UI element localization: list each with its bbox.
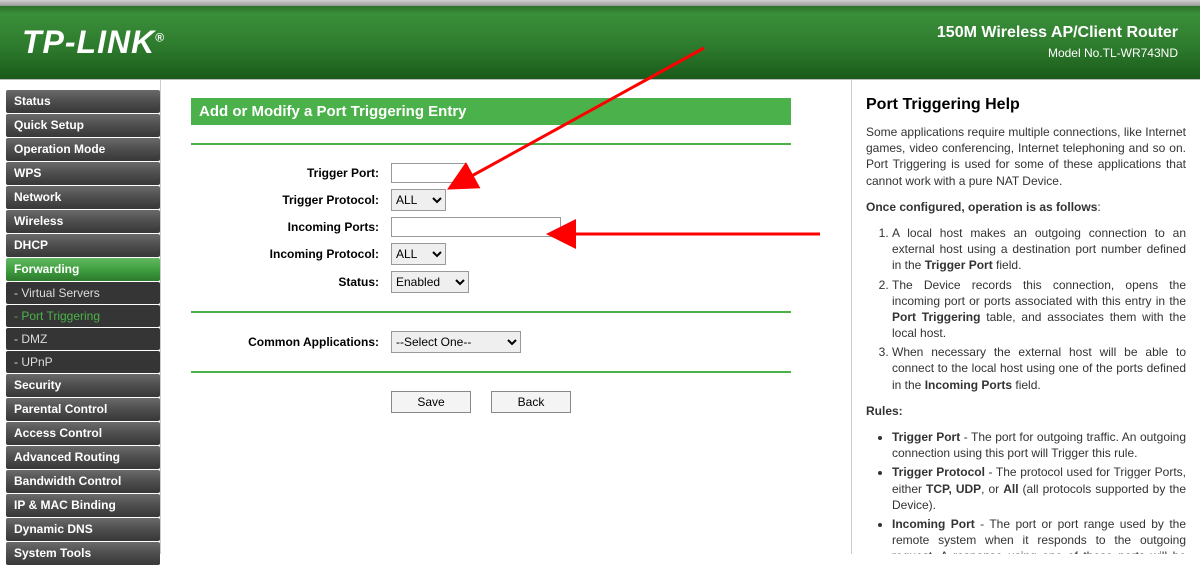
- incoming-ports-input[interactable]: [391, 217, 561, 237]
- sidebar-item-quick-setup[interactable]: Quick Setup: [6, 114, 160, 137]
- label-common-apps: Common Applications:: [191, 335, 391, 349]
- sidebar-item-wps[interactable]: WPS: [6, 162, 160, 185]
- trigger-port-input[interactable]: [391, 163, 466, 183]
- sidebar-item-forwarding[interactable]: Forwarding: [6, 258, 160, 281]
- sidebar-item-dmz[interactable]: - DMZ: [6, 328, 160, 350]
- separator: [191, 371, 791, 373]
- help-step: A local host makes an outgoing connectio…: [892, 225, 1186, 274]
- separator: [191, 143, 791, 145]
- trigger-protocol-select[interactable]: ALL: [391, 189, 446, 211]
- sidebar-item-virtual-servers[interactable]: - Virtual Servers: [6, 282, 160, 304]
- help-rule: Incoming Port - The port or port range u…: [892, 516, 1186, 554]
- help-rule: Trigger Port - The port for outgoing tra…: [892, 429, 1186, 461]
- status-select[interactable]: Enabled: [391, 271, 469, 293]
- help-rules-title: Rules:: [866, 403, 1186, 419]
- sidebar: StatusQuick SetupOperation ModeWPSNetwor…: [0, 80, 160, 554]
- header-title: 150M Wireless AP/Client Router: [937, 24, 1178, 42]
- label-incoming-ports: Incoming Ports:: [191, 220, 391, 234]
- sidebar-item-security[interactable]: Security: [6, 374, 160, 397]
- help-title: Port Triggering Help: [866, 96, 1186, 114]
- help-step: The Device records this connection, open…: [892, 277, 1186, 342]
- sidebar-item-upnp[interactable]: - UPnP: [6, 351, 160, 373]
- sidebar-item-ip-mac-binding[interactable]: IP & MAC Binding: [6, 494, 160, 517]
- sidebar-item-port-triggering[interactable]: - Port Triggering: [6, 305, 160, 327]
- label-status: Status:: [191, 275, 391, 289]
- sidebar-item-operation-mode[interactable]: Operation Mode: [6, 138, 160, 161]
- sidebar-item-advanced-routing[interactable]: Advanced Routing: [6, 446, 160, 469]
- help-rule: Trigger Protocol - The protocol used for…: [892, 464, 1186, 513]
- page-title: Add or Modify a Port Triggering Entry: [191, 98, 791, 125]
- sidebar-item-dynamic-dns[interactable]: Dynamic DNS: [6, 518, 160, 541]
- label-trigger-port: Trigger Port:: [191, 166, 391, 180]
- incoming-protocol-select[interactable]: ALL: [391, 243, 446, 265]
- help-rules: Trigger Port - The port for outgoing tra…: [866, 429, 1186, 554]
- save-button[interactable]: Save: [391, 391, 471, 413]
- help-steps: A local host makes an outgoing connectio…: [866, 225, 1186, 393]
- logo: TP-LINK®: [22, 24, 165, 61]
- common-apps-select[interactable]: --Select One--: [391, 331, 521, 353]
- sidebar-item-access-control[interactable]: Access Control: [6, 422, 160, 445]
- header-model: Model No.TL-WR743ND: [937, 46, 1178, 60]
- back-button[interactable]: Back: [491, 391, 571, 413]
- sidebar-item-bandwidth-control[interactable]: Bandwidth Control: [6, 470, 160, 493]
- separator: [191, 311, 791, 313]
- sidebar-item-status[interactable]: Status: [6, 90, 160, 113]
- help-step: When necessary the external host will be…: [892, 344, 1186, 393]
- label-incoming-protocol: Incoming Protocol:: [191, 247, 391, 261]
- help-panel: Port Triggering Help Some applications r…: [852, 80, 1200, 554]
- header-info: 150M Wireless AP/Client Router Model No.…: [937, 24, 1178, 60]
- label-trigger-protocol: Trigger Protocol:: [191, 193, 391, 207]
- help-subtitle: Once configured, operation is as follows…: [866, 199, 1186, 215]
- sidebar-item-wireless[interactable]: Wireless: [6, 210, 160, 233]
- sidebar-item-network[interactable]: Network: [6, 186, 160, 209]
- sidebar-item-dhcp[interactable]: DHCP: [6, 234, 160, 257]
- help-intro: Some applications require multiple conne…: [866, 124, 1186, 189]
- main-content: Add or Modify a Port Triggering Entry Tr…: [160, 80, 852, 554]
- sidebar-item-parental-control[interactable]: Parental Control: [6, 398, 160, 421]
- header: TP-LINK® 150M Wireless AP/Client Router …: [0, 0, 1200, 80]
